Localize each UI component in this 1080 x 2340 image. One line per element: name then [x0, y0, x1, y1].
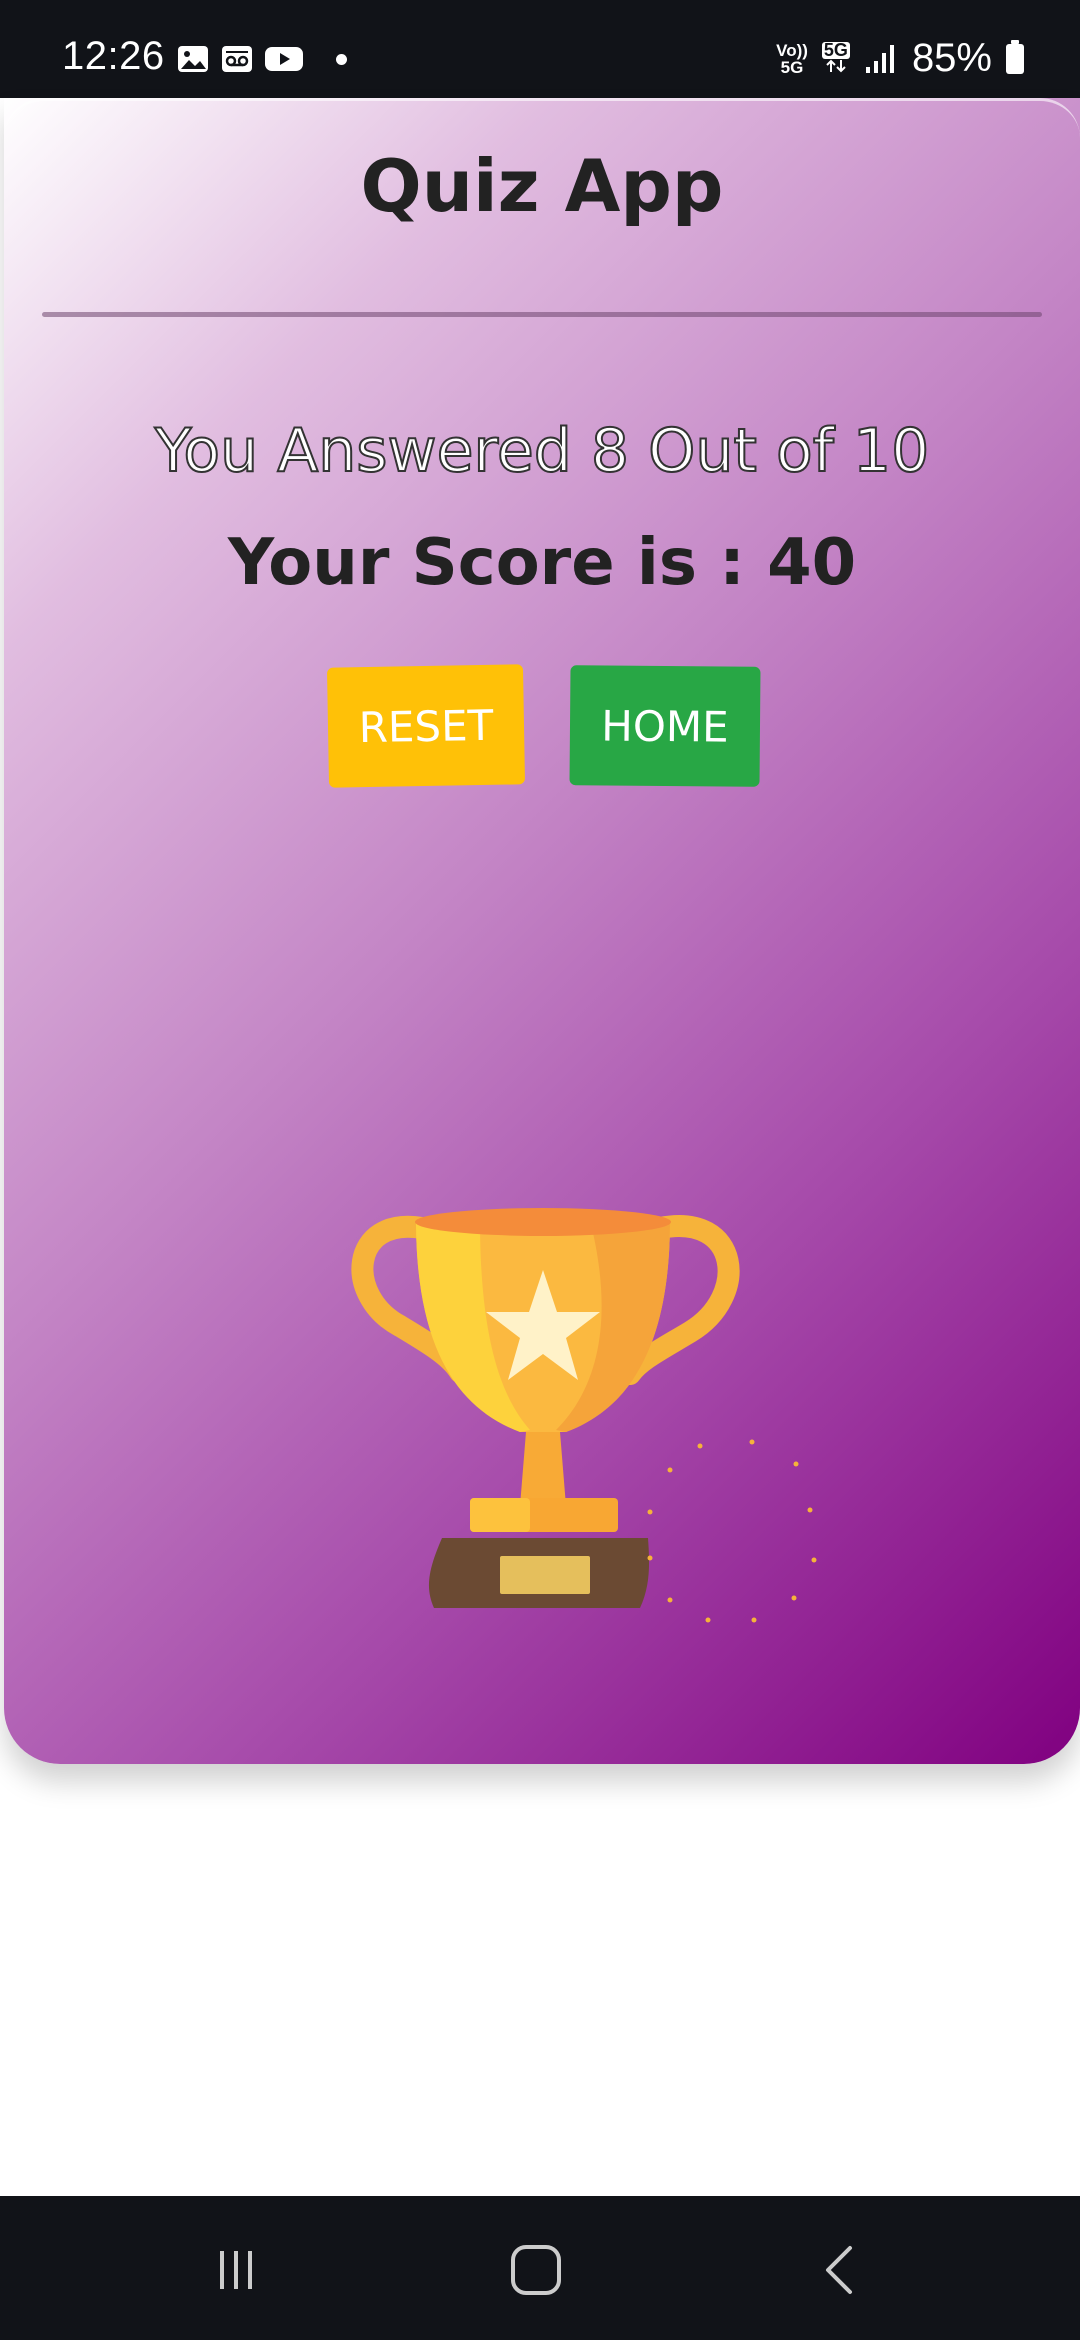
status-icons-left — [176, 44, 347, 74]
back-button[interactable] — [800, 2240, 880, 2300]
volte-indicator: Vo)) 5G — [776, 42, 808, 76]
score-text: Your Score is : 40 — [227, 526, 857, 600]
status-right: Vo)) 5G 5G 85% — [776, 36, 1024, 81]
home-icon — [511, 2245, 561, 2295]
network-5g-indicator: 5G — [821, 39, 850, 76]
battery-percent: 85% — [911, 36, 992, 80]
navigation-bar — [0, 2196, 1080, 2340]
battery-icon — [1006, 39, 1024, 74]
recent-apps-button[interactable] — [196, 2240, 276, 2300]
voicemail-icon — [222, 46, 252, 72]
title-divider — [42, 312, 1042, 317]
volte-label: Vo)) — [776, 40, 808, 60]
home-nav-button[interactable] — [496, 2240, 576, 2300]
recent-apps-icon — [220, 2251, 252, 2289]
home-button[interactable]: HOME — [569, 665, 761, 787]
signal-icon — [865, 44, 894, 73]
app-title: Quiz App — [360, 144, 724, 228]
notification-dot-icon — [336, 53, 347, 65]
youtube-icon — [265, 47, 303, 71]
answered-text: You Answered 8 Out of 10 — [154, 415, 931, 487]
trophy-icon — [351, 1208, 817, 1623]
reset-button[interactable]: RESET — [326, 664, 526, 788]
data-arrows-icon — [826, 59, 846, 72]
gallery-icon — [178, 46, 208, 72]
result-card: Quiz App You Answered 8 Out of 10 Your S… — [4, 98, 1080, 1764]
status-time: 12:26 — [62, 34, 165, 78]
volte-5g-label: 5G — [780, 57, 804, 77]
network-5g-label: 5G — [821, 39, 850, 60]
back-icon — [826, 2246, 852, 2294]
status-bar: 12:26 Vo)) 5G 5G 85% — [0, 0, 1080, 98]
card-rim — [4, 98, 1080, 141]
